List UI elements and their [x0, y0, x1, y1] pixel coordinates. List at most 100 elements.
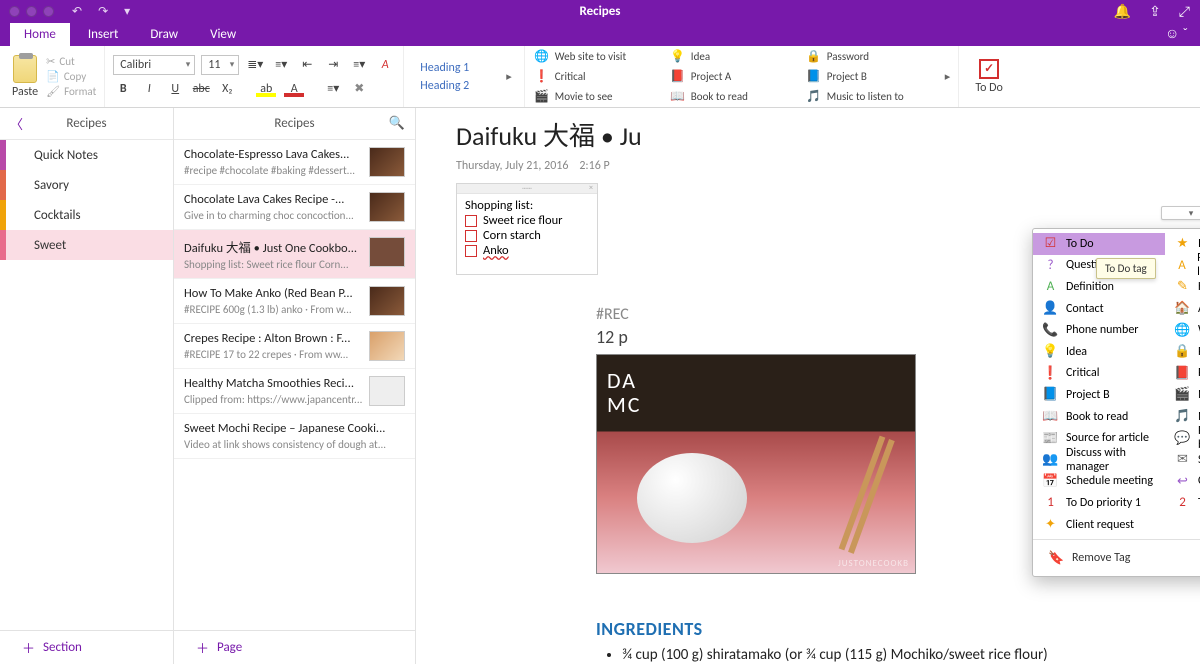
font-name-combo[interactable]: Calibri: [113, 55, 195, 75]
clear-format-button[interactable]: A: [375, 55, 395, 75]
page-item[interactable]: How To Make Anko (Red Bean P...#RECIPE 6…: [174, 279, 415, 324]
tab-draw[interactable]: Draw: [136, 23, 192, 46]
search-icon[interactable]: 🔍: [389, 116, 405, 131]
todo-tag-button[interactable]: ✓ To Do: [967, 55, 1011, 99]
tag-option-movie-to-see[interactable]: 🎬Movie to see: [1165, 384, 1200, 406]
tag-option-client-request[interactable]: ✦Client request: [1033, 514, 1165, 536]
delete-button[interactable]: ✖: [349, 79, 369, 99]
tag-idea[interactable]: 💡Idea: [671, 48, 799, 66]
shopping-item[interactable]: Sweet rice flour: [465, 213, 589, 228]
section-quick-notes[interactable]: Quick Notes: [0, 140, 173, 170]
plus-icon: ＋: [196, 638, 209, 657]
shopping-item[interactable]: Anko: [465, 243, 589, 258]
tags-more-icon[interactable]: ▸: [941, 70, 955, 83]
page-item[interactable]: Sweet Mochi Recipe – Japanese Cooki...Vi…: [174, 414, 415, 459]
tag-option-send-in-email[interactable]: ✉Send in email: [1165, 449, 1200, 471]
font-color-button[interactable]: A: [283, 80, 305, 98]
tag-option-phone-number[interactable]: 📞Phone number: [1033, 319, 1165, 341]
page-item[interactable]: Healthy Matcha Smoothies Reci...Clipped …: [174, 369, 415, 414]
styles-more-icon[interactable]: ▸: [502, 70, 516, 83]
section-savory[interactable]: Savory: [0, 170, 173, 200]
tag-option-web-site-to-visit[interactable]: 🌐Web site to visit: [1165, 319, 1200, 341]
subscript-button[interactable]: X₂: [217, 79, 237, 99]
tag-critical[interactable]: ❗Critical: [535, 68, 663, 86]
align-button[interactable]: ≡▾: [349, 55, 369, 75]
section-sweet[interactable]: Sweet: [0, 230, 173, 260]
cut-button[interactable]: ✂Cut: [46, 55, 96, 68]
note-canvas[interactable]: Daifuku 大福 • Ju Thursday, July 21, 2016 …: [416, 108, 1200, 664]
underline-button[interactable]: U: [165, 79, 185, 99]
tag-project-a[interactable]: 📕Project A: [671, 68, 799, 86]
tag-option-music-to-listen-to[interactable]: 🎵Music to listen to: [1165, 406, 1200, 428]
shopping-item[interactable]: Corn starch: [465, 228, 589, 243]
page-item[interactable]: Daifuku 大福 • Just One Cookbo...Shopping …: [174, 230, 415, 279]
add-section-button[interactable]: ＋ Section: [0, 630, 173, 664]
italic-button[interactable]: I: [139, 79, 159, 99]
bullets-button[interactable]: ≣▾: [245, 55, 265, 75]
tag-web-site-to-visit[interactable]: 🌐Web site to visit: [535, 48, 663, 66]
tag-option-project-b[interactable]: 📘Project B: [1033, 384, 1165, 406]
tag-option-remember-for-blog[interactable]: 💬Remember for blog: [1165, 427, 1200, 449]
paste-button[interactable]: Paste: [8, 53, 42, 101]
tab-home[interactable]: Home: [10, 23, 70, 46]
tag-option-critical[interactable]: ❗Critical: [1033, 363, 1165, 385]
tag-option-password[interactable]: 🔒Password: [1165, 341, 1200, 363]
tag-option-call-back[interactable]: ↩Call back: [1165, 471, 1200, 493]
copy-button[interactable]: 📄Copy: [46, 70, 96, 83]
tag-project-b[interactable]: 📘Project B: [807, 68, 935, 86]
font-size-combo[interactable]: 11: [201, 55, 239, 75]
highlight-button[interactable]: ab: [255, 80, 277, 98]
tag-option-contact[interactable]: 👤Contact: [1033, 298, 1165, 320]
note-title[interactable]: Daifuku 大福 • Ju: [456, 116, 1180, 153]
page-item[interactable]: Chocolate Lava Cakes Recipe -...Give in …: [174, 185, 415, 230]
format-painter-button[interactable]: 🖌Format: [46, 85, 96, 98]
page-item[interactable]: Chocolate-Espresso Lava Cakes...#recipe …: [174, 140, 415, 185]
strike-button[interactable]: abc: [191, 79, 211, 99]
tag-option-to-do[interactable]: ☑To Do: [1033, 233, 1165, 255]
remove-tag-button[interactable]: 🔖 Remove Tag: [1033, 544, 1200, 572]
fullscreen-icon[interactable]: ⤢: [1179, 3, 1190, 20]
add-page-button[interactable]: ＋ Page: [174, 630, 415, 664]
notifications-icon[interactable]: 🔔: [1114, 3, 1131, 20]
tag-option-discuss-with-manager[interactable]: 👥Discuss with manager: [1033, 449, 1165, 471]
tag-option-address[interactable]: 🏠Address: [1165, 298, 1200, 320]
back-icon[interactable]: 〈: [10, 114, 23, 133]
outdent-button[interactable]: ⇤: [297, 55, 317, 75]
tag-icon: 📰: [1043, 431, 1058, 446]
tag-option-definition[interactable]: ADefinition: [1033, 276, 1165, 298]
indent-button[interactable]: ⇥: [323, 55, 343, 75]
todo-checkbox[interactable]: [465, 230, 477, 242]
tag-book-to-read[interactable]: 📖Book to read: [671, 88, 799, 106]
tag-option-schedule-meeting[interactable]: 📅Schedule meeting: [1033, 471, 1165, 493]
tag-option-to-do-priority-1[interactable]: 1To Do priority 1: [1033, 492, 1165, 514]
tab-insert[interactable]: Insert: [74, 23, 133, 46]
tag-music-to-listen-to[interactable]: 🎵Music to listen to: [807, 88, 935, 106]
tag-option-project-a[interactable]: 📕Project A: [1165, 363, 1200, 385]
tag-option-remember-for-later[interactable]: ARemember for later: [1165, 255, 1200, 277]
ribbon-tabs: Home Insert Draw View ☺ ˇ: [0, 22, 1200, 46]
tag-icon: A: [1175, 258, 1189, 273]
numbering-button[interactable]: ≡▾: [271, 55, 291, 75]
feedback-icon[interactable]: ☺ ˇ: [1165, 25, 1188, 42]
heading1-style[interactable]: Heading 1: [420, 61, 494, 75]
container-grip[interactable]: ┄┄: [457, 184, 597, 194]
tag-password[interactable]: 🔒Password: [807, 48, 935, 66]
heading2-style[interactable]: Heading 2: [420, 79, 494, 93]
tag-option-to-do-priority-2[interactable]: 2To Do priority 2: [1165, 492, 1200, 514]
tag-movie-to-see[interactable]: 🎬Movie to see: [535, 88, 663, 106]
bold-button[interactable]: B: [113, 79, 133, 99]
page-item[interactable]: Crepes Recipe : Alton Brown : F...#RECIP…: [174, 324, 415, 369]
share-icon[interactable]: ⇪: [1149, 3, 1161, 20]
tag-option-idea[interactable]: 💡Idea: [1033, 341, 1165, 363]
styles-gallery-button[interactable]: ≡▾: [323, 79, 343, 99]
shopping-list-container[interactable]: ┄┄ Shopping list: Sweet rice flourCorn s…: [456, 183, 598, 275]
tag-option-book-to-read[interactable]: 📖Book to read: [1033, 406, 1165, 428]
tag-option-important[interactable]: ★Important: [1165, 233, 1200, 255]
todo-checkbox[interactable]: [465, 245, 477, 257]
tab-view[interactable]: View: [196, 23, 250, 46]
section-cocktails[interactable]: Cocktails: [0, 200, 173, 230]
tags-dropdown-caret[interactable]: ▾: [1161, 206, 1200, 220]
tag-icon: 🌐: [1175, 323, 1190, 338]
tag-option-highlight[interactable]: ✎Highlight: [1165, 276, 1200, 298]
todo-checkbox[interactable]: [465, 215, 477, 227]
